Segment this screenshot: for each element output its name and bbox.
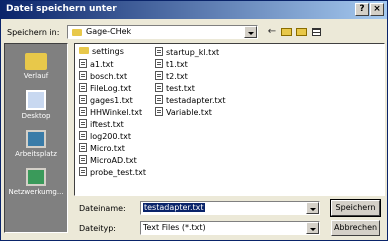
list-item[interactable]: FileLog.txt (79, 83, 131, 94)
text-file-icon (79, 71, 87, 80)
list-item[interactable]: Variable.txt (155, 107, 212, 118)
filename-value: testadapter.txt (143, 203, 205, 212)
place-label: Arbeitsplatz (15, 150, 57, 158)
list-item[interactable]: testadapter.txt (155, 95, 226, 106)
places-bar: Verlauf Desktop Arbeitsplatz Netzwerkumg… (4, 43, 68, 233)
place-label: Desktop (21, 112, 51, 120)
place-history[interactable]: Verlauf (5, 50, 67, 80)
back-arrow-icon[interactable]: ← (265, 25, 279, 39)
list-item[interactable]: test.txt (155, 83, 195, 94)
filetype-value: Text Files (*.txt) (143, 223, 206, 232)
history-icon (25, 53, 47, 70)
list-item[interactable]: log200.txt (79, 131, 131, 142)
text-file-icon (79, 143, 87, 152)
place-desktop[interactable]: Desktop (5, 90, 67, 120)
list-item[interactable]: MicroAD.txt (79, 155, 137, 166)
folder-icon (79, 47, 89, 54)
chevron-down-icon[interactable] (244, 26, 257, 38)
place-label: Netzwerkumg... (8, 188, 64, 196)
network-icon (26, 168, 46, 186)
text-file-icon (155, 59, 163, 68)
text-file-icon (79, 95, 87, 104)
filename-label: Dateiname: (79, 204, 126, 213)
place-label: Verlauf (23, 72, 49, 80)
text-file-icon (155, 71, 163, 80)
text-file-icon (79, 155, 87, 164)
text-file-icon (79, 119, 87, 128)
list-item[interactable]: bosch.txt (79, 71, 127, 82)
chevron-down-icon[interactable] (306, 202, 319, 214)
save-button[interactable]: Speichern (330, 199, 381, 217)
cancel-button[interactable]: Abbrechen (331, 220, 380, 236)
new-folder-icon[interactable] (295, 25, 309, 39)
list-item[interactable]: startup_kl.txt (155, 47, 219, 58)
filetype-label: Dateityp: (79, 224, 116, 233)
list-item[interactable]: Micro.txt (79, 143, 125, 154)
file-list[interactable]: settings a1.txt bosch.txt FileLog.txt ga… (74, 43, 385, 196)
text-file-icon (79, 59, 87, 68)
list-item[interactable]: t2.txt (155, 71, 188, 82)
text-file-icon (79, 83, 87, 92)
title-bar: Datei speichern unter ? × (1, 1, 387, 19)
place-my-computer[interactable]: Arbeitsplatz (5, 130, 67, 158)
save-in-label: Speichern in: (7, 28, 60, 37)
folder-icon (72, 29, 82, 36)
text-file-icon (79, 107, 87, 116)
list-item[interactable]: gages1.txt (79, 95, 133, 106)
text-file-icon (155, 47, 163, 56)
list-item[interactable]: t1.txt (155, 59, 188, 70)
close-button[interactable]: × (370, 3, 384, 16)
filetype-select[interactable]: Text Files (*.txt) (140, 221, 320, 235)
text-file-icon (155, 83, 163, 92)
save-dialog: Datei speichern unter ? × Speichern in: … (0, 0, 388, 241)
computer-icon (26, 130, 46, 148)
filename-field[interactable]: testadapter.txt (140, 201, 320, 215)
location-select[interactable]: Gage-CHek (67, 25, 258, 39)
list-item[interactable]: a1.txt (79, 59, 114, 70)
list-item[interactable]: HHWinkel.txt (79, 107, 142, 118)
help-button[interactable]: ? (355, 3, 369, 16)
list-item[interactable]: iftest.txt (79, 119, 124, 130)
text-file-icon (79, 131, 87, 140)
window-title: Datei speichern unter (6, 4, 117, 14)
up-folder-icon[interactable] (280, 25, 294, 39)
chevron-down-icon[interactable] (306, 222, 319, 234)
text-file-icon (155, 95, 163, 104)
location-value: Gage-CHek (86, 27, 132, 36)
view-menu-icon[interactable] (311, 25, 325, 39)
list-item[interactable]: settings (79, 47, 124, 58)
place-network[interactable]: Netzwerkumg... (5, 168, 67, 196)
text-file-icon (155, 107, 163, 116)
text-file-icon (79, 167, 87, 176)
list-item[interactable]: probe_test.txt (79, 167, 146, 178)
desktop-icon (26, 90, 46, 110)
